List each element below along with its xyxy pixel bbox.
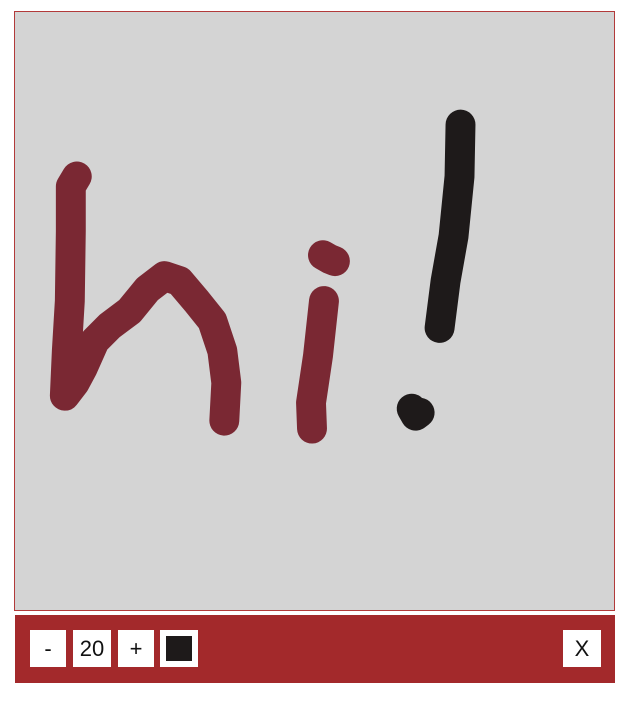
i-dot-stroke xyxy=(308,240,350,277)
color-picker-button[interactable] xyxy=(160,630,198,667)
drawing-canvas[interactable] xyxy=(14,11,615,611)
toolbar: - + X xyxy=(15,615,615,683)
current-color-swatch xyxy=(166,636,192,661)
i-stem-stroke xyxy=(296,286,339,444)
h-stroke xyxy=(49,161,242,436)
increase-brush-size-button[interactable]: + xyxy=(118,630,154,667)
brush-size-field[interactable] xyxy=(73,630,111,667)
close-button[interactable]: X xyxy=(563,630,601,667)
canvas-surface[interactable] xyxy=(15,12,614,610)
decrease-brush-size-button[interactable]: - xyxy=(30,630,66,667)
exclamation-bar-stroke xyxy=(424,109,476,343)
exclamation-dot-stroke xyxy=(396,393,435,431)
drawing-app: - + X xyxy=(0,0,629,703)
